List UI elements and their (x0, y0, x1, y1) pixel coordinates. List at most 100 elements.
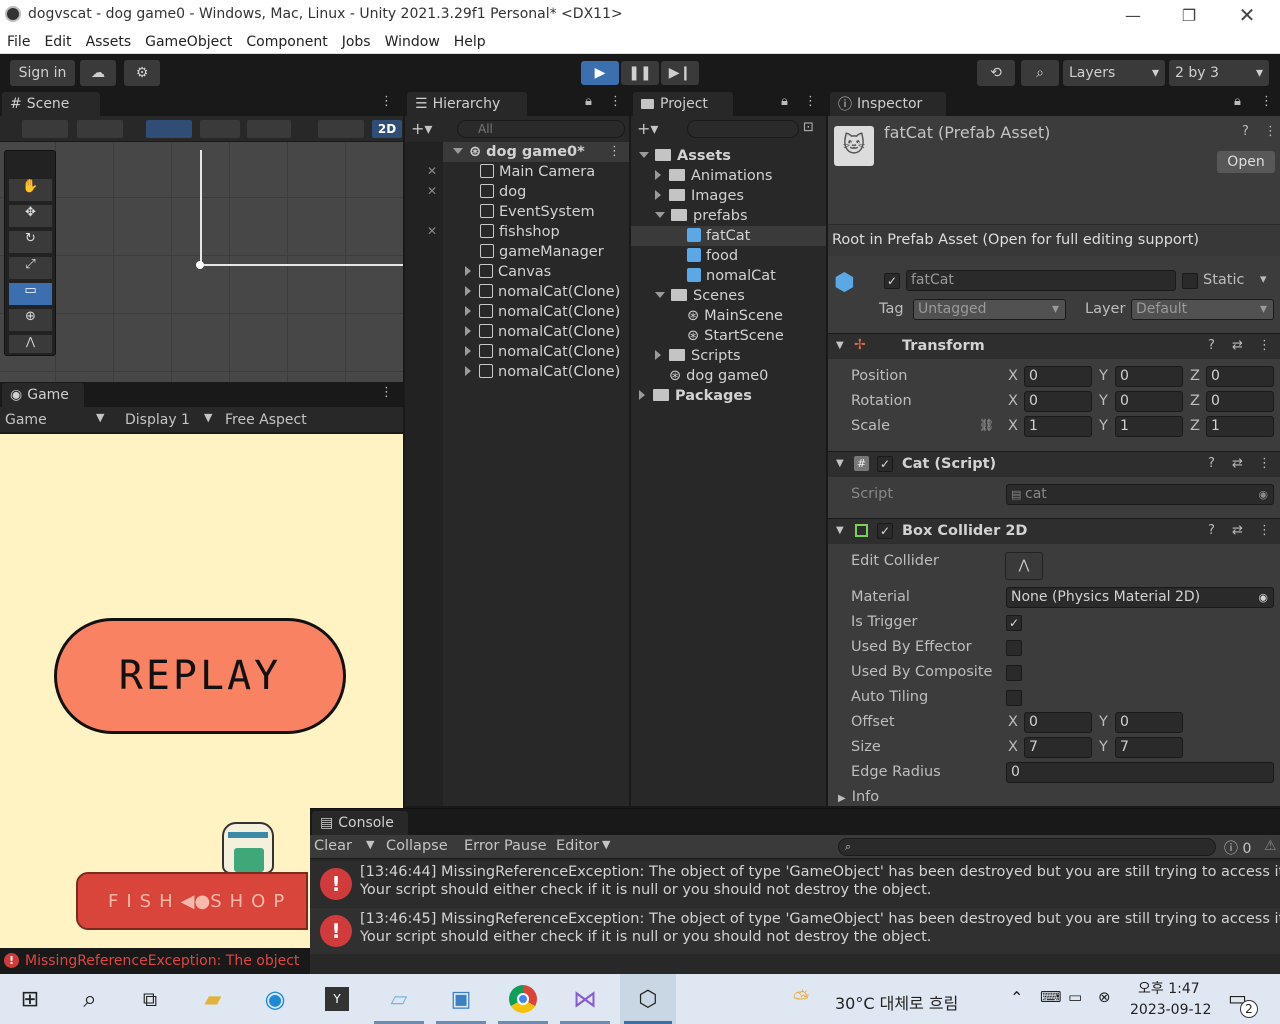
prefab-item[interactable]: nomalCat (687, 266, 776, 286)
layer-dropdown[interactable]: Default ▾ (1131, 299, 1274, 320)
constrain-proportions-icon[interactable]: ⛓ (979, 418, 994, 432)
folder-item[interactable]: Animations (655, 166, 772, 186)
sign-in-button[interactable]: Sign in (10, 60, 75, 86)
collapse-arrow-icon[interactable]: ▼ (836, 525, 844, 536)
offset-x-field[interactable]: 0 (1024, 712, 1092, 733)
hierarchy-item[interactable]: gameManager (480, 242, 604, 262)
auto-tiling-checkbox[interactable] (1006, 690, 1022, 706)
transform-header[interactable]: ▼ ✢ Transform ? ⇄ ⋮ (828, 333, 1280, 359)
hidden-eye-icon[interactable]: ✕ (427, 224, 437, 238)
folder-item[interactable]: Images (655, 186, 744, 206)
script-header[interactable]: ▼ # ✓ Cat (Script) ? ⇄ ⋮ (828, 451, 1280, 477)
control-panel-icon[interactable]: ▣ (444, 982, 478, 1016)
network-icon[interactable]: ▭ (1068, 988, 1082, 1006)
name-field[interactable]: fatCat (906, 270, 1176, 291)
weather-icon[interactable]: ⛅︎ (793, 986, 809, 1010)
collider-header[interactable]: ▼ ✓ Box Collider 2D ? ⇄ ⋮ (828, 518, 1280, 544)
transform-tool-icon[interactable]: ⊕ (9, 309, 52, 331)
position-x-field[interactable]: 0 (1024, 366, 1092, 387)
expand-arrow-icon[interactable] (465, 266, 471, 276)
collapse-button[interactable]: Collapse (386, 838, 448, 854)
folder-assets[interactable]: Assets (639, 146, 731, 166)
aspect-dropdown[interactable]: Free Aspect (225, 412, 307, 428)
render-mode-dropdown[interactable] (77, 120, 123, 138)
restore-button[interactable]: ❐ (1160, 0, 1218, 30)
chevron-down-icon[interactable]: ▼ (366, 838, 374, 851)
tab-hierarchy[interactable]: ☰ Hierarchy (407, 92, 527, 116)
scale-x-field[interactable]: 1 (1024, 416, 1092, 437)
hierarchy-item[interactable]: fishshop (480, 222, 560, 242)
expand-arrow-icon[interactable] (465, 366, 471, 376)
scene-menu-icon[interactable]: ⋮ (380, 94, 393, 109)
menu-assets[interactable]: Assets (86, 34, 132, 50)
collapse-arrow-icon[interactable]: ▼ (836, 340, 844, 351)
folder-packages[interactable]: Packages (639, 386, 752, 406)
gizmo-toggle[interactable] (146, 120, 192, 138)
chrome-icon[interactable] (506, 982, 540, 1016)
component-menu-icon[interactable]: ⋮ (1258, 523, 1271, 538)
lock-icon[interactable]: 🔒︎ (1234, 94, 1241, 109)
mode-2d-button[interactable]: 2D (372, 120, 402, 138)
chevron-up-icon[interactable]: ⌃ (1010, 988, 1023, 1007)
hierarchy-item[interactable]: nomalCat(Clone) (465, 362, 620, 382)
scene-item[interactable]: ⊛ MainScene (687, 306, 783, 326)
material-field[interactable]: None (Physics Material 2D) ◉ (1006, 587, 1274, 608)
preset-icon[interactable]: ⇄ (1232, 456, 1243, 471)
used-by-composite-checkbox[interactable] (1006, 665, 1022, 681)
draw-mode-dropdown[interactable] (22, 120, 68, 138)
expand-arrow-icon[interactable] (465, 346, 471, 356)
hierarchy-search-input[interactable]: All (457, 120, 625, 138)
tab-project[interactable]: Project (633, 92, 733, 116)
grid-snap-button[interactable] (200, 120, 240, 138)
notepad-app-icon[interactable]: ▱ (382, 982, 416, 1016)
game-menu-icon[interactable]: ⋮ (380, 385, 393, 400)
folder-item[interactable]: Scenes (655, 286, 745, 306)
step-button[interactable]: ▶❙ (661, 61, 699, 85)
hierarchy-item[interactable]: dog (480, 182, 526, 202)
offset-y-field[interactable]: 0 (1115, 712, 1183, 733)
file-explorer-icon[interactable]: ▰ (196, 982, 230, 1016)
hierarchy-item[interactable]: Canvas (465, 262, 551, 282)
preset-icon[interactable]: ⇄ (1232, 523, 1243, 538)
hierarchy-item[interactable]: Main Camera (480, 162, 595, 182)
history-icon[interactable]: ⟲ (977, 60, 1015, 86)
help-icon[interactable]: ? (1242, 124, 1249, 139)
collab-icon[interactable]: ⚙ (124, 60, 160, 86)
volume-muted-icon[interactable]: ⊗ (1098, 988, 1111, 1006)
lock-icon[interactable]: 🔒︎ (585, 94, 592, 109)
error-count-toggle[interactable]: ⓘ 0 (1224, 838, 1251, 858)
menu-file[interactable]: File (7, 34, 30, 50)
hierarchy-item[interactable]: nomalCat(Clone) (465, 322, 620, 342)
size-y-field[interactable]: 7 (1115, 737, 1183, 758)
used-by-effector-checkbox[interactable] (1006, 640, 1022, 656)
info-foldout[interactable]: ▶ Info (838, 789, 879, 805)
project-search-input[interactable] (687, 120, 799, 138)
move-tool-icon[interactable]: ✥ (9, 205, 52, 227)
clear-button[interactable]: Clear (314, 838, 352, 854)
scale-z-field[interactable]: 1 (1206, 416, 1274, 437)
preset-icon[interactable]: ⇄ (1232, 338, 1243, 353)
tag-dropdown[interactable]: Untagged ▾ (913, 299, 1066, 320)
console-message-row[interactable]: ! [13:46:44] MissingReferenceException: … (310, 861, 1280, 907)
task-view-icon[interactable]: ⧉ (133, 982, 167, 1016)
create-plus-icon[interactable]: +▾ (637, 119, 658, 138)
rotation-y-field[interactable]: 0 (1115, 391, 1183, 412)
hierarchy-item[interactable]: nomalCat(Clone) (465, 282, 620, 302)
tab-game[interactable]: ◉ Game (2, 383, 84, 407)
prefab-item[interactable]: food (687, 246, 738, 266)
game-view-dropdown[interactable]: Game (5, 412, 47, 428)
help-icon[interactable]: ? (1208, 523, 1215, 538)
menu-jobs[interactable]: Jobs (342, 34, 371, 50)
project-menu-icon[interactable]: ⋮ (804, 94, 817, 109)
close-button[interactable]: ✕ (1218, 0, 1276, 30)
unity-taskbar-active[interactable]: ⬡ (620, 974, 676, 1024)
hidden-eye-icon[interactable]: ✕ (427, 164, 437, 178)
create-plus-icon[interactable]: +▾ (411, 119, 432, 138)
effects-dropdown[interactable] (318, 120, 364, 138)
warning-icon[interactable]: ⚠ (1264, 838, 1277, 854)
edge-browser-icon[interactable]: ◉ (258, 982, 292, 1016)
tab-scene[interactable]: # Scene (2, 92, 100, 116)
minimize-button[interactable]: — (1104, 0, 1162, 30)
search-icon[interactable]: ⌕ (73, 982, 107, 1016)
scene-item[interactable]: ⊛ StartScene (687, 326, 784, 346)
